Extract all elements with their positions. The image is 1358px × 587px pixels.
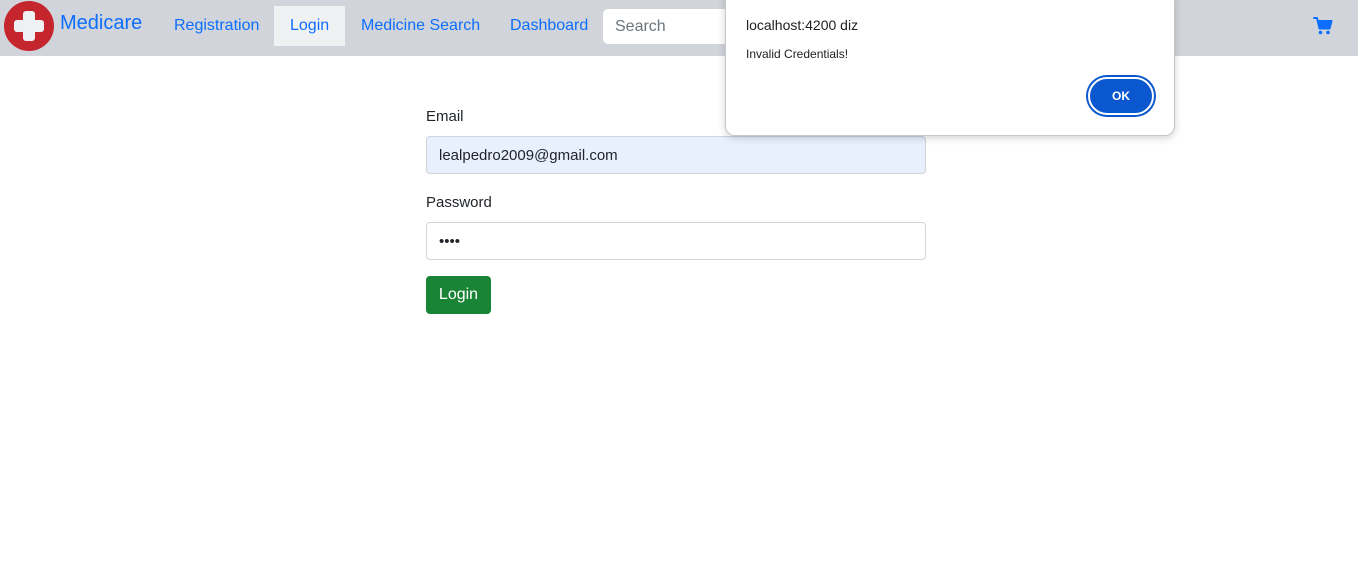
shopping-cart-icon[interactable] [1313,16,1333,36]
email-label: Email [426,108,464,125]
password-label: Password [426,194,492,211]
password-field[interactable] [426,222,926,260]
medical-cross-icon[interactable] [4,1,54,51]
nav-link-medicine-search[interactable]: Medicine Search [345,6,496,46]
nav-link-login[interactable]: Login [274,6,345,46]
ok-button[interactable]: OK [1088,77,1154,115]
email-field[interactable] [426,136,926,174]
login-button[interactable]: Login [426,276,491,314]
alert-dialog: localhost:4200 diz Invalid Credentials! … [725,0,1175,136]
nav-link-registration[interactable]: Registration [158,6,275,46]
nav-link-dashboard[interactable]: Dashboard [494,6,604,46]
brand-link[interactable]: Medicare [60,12,142,35]
search-input[interactable] [603,9,743,44]
alert-message: Invalid Credentials! [746,47,849,61]
alert-title: localhost:4200 diz [746,17,859,33]
